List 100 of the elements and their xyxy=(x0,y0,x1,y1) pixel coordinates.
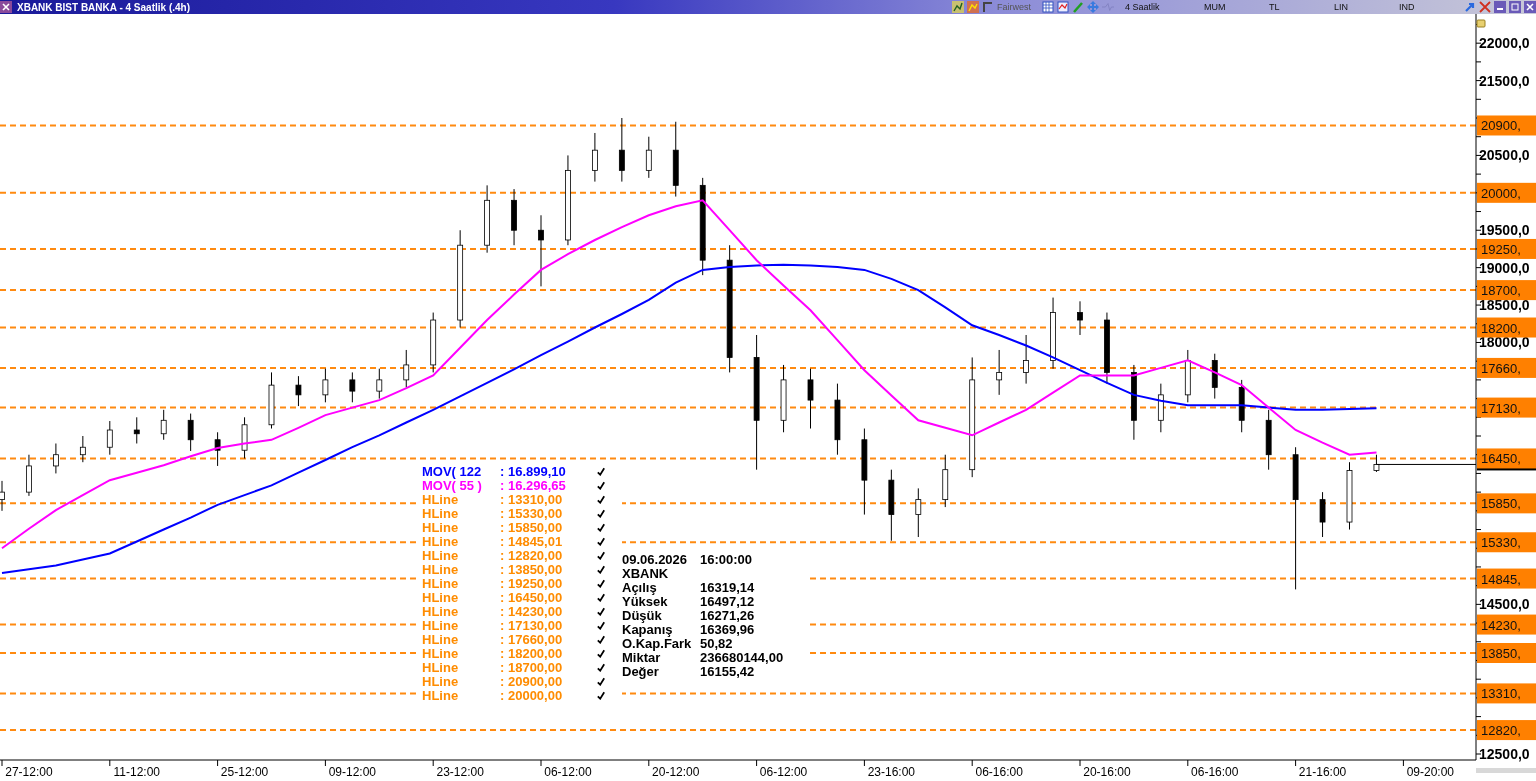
info-value: 16155,42 xyxy=(700,664,755,678)
toolbar-option[interactable]: IND xyxy=(1399,2,1461,12)
candlestick xyxy=(376,368,383,400)
candlestick xyxy=(322,368,329,403)
candlestick xyxy=(645,136,652,179)
level-tag: 15330, xyxy=(1477,532,1536,553)
time-label: 06-12:00 xyxy=(544,765,592,779)
candlestick xyxy=(807,368,814,430)
legend-value: : 15850,00 xyxy=(500,519,564,535)
price-label: 12500,0 xyxy=(1479,746,1530,762)
legend-name: HLine xyxy=(422,645,460,661)
legend-value: : 12820,00 xyxy=(500,547,564,563)
chart-icon[interactable] xyxy=(967,1,979,13)
candlestick xyxy=(295,375,302,407)
legend-name: HLine xyxy=(422,659,460,675)
info-value: 16369,96 xyxy=(700,622,755,636)
info-symbol: XBANK xyxy=(622,566,669,580)
time-label: 25-12:00 xyxy=(220,765,269,779)
level-tag: 17660, xyxy=(1477,357,1536,378)
ref-line-label: 19250, xyxy=(1481,241,1521,257)
ref-line-label: 20900, xyxy=(1481,118,1521,134)
brand-label: Fairwest xyxy=(997,2,1031,12)
legend-value: : 20000,00 xyxy=(500,687,564,703)
price-label: 19500,0 xyxy=(1479,222,1530,239)
candlestick xyxy=(79,435,86,463)
legend-value: : 18200,00 xyxy=(500,645,564,661)
legend-value: : 13850,00 xyxy=(500,561,564,577)
candlestick xyxy=(538,214,544,287)
info-label: Yüksek xyxy=(622,594,669,608)
level-tag: 19250, xyxy=(1477,238,1536,259)
info-value: 236680144,00 xyxy=(700,650,784,664)
info-value: 16319,14 xyxy=(700,580,755,594)
level-tag: 18200, xyxy=(1477,317,1536,338)
ref-line-label: 13310, xyxy=(1481,686,1521,702)
info-date: 09.06.2026 xyxy=(622,552,689,566)
level-tag: 20900, xyxy=(1477,115,1536,136)
legend-name: MOV( 122 xyxy=(422,463,483,479)
level-tag: 20000, xyxy=(1477,182,1536,203)
ref-line-label: 17660, xyxy=(1481,360,1521,376)
ref-line-label: 16450, xyxy=(1481,451,1521,467)
time-label: 09-12:00 xyxy=(328,765,377,779)
minimize-icon[interactable] xyxy=(1494,1,1506,13)
candlestick xyxy=(1023,334,1029,385)
time-label: 06-12:00 xyxy=(759,765,808,779)
arrow-icon[interactable] xyxy=(1464,1,1476,13)
candlestick xyxy=(133,416,140,444)
candlestick xyxy=(349,371,356,403)
grid-icon[interactable] xyxy=(1042,1,1054,13)
info-time: 16:00:00 xyxy=(700,552,753,566)
candlestick xyxy=(187,413,194,452)
candlestick xyxy=(1077,300,1083,336)
legend-value: : 14845,01 xyxy=(500,533,564,549)
corner-icon[interactable] xyxy=(982,1,994,13)
tools-icon[interactable] xyxy=(1479,1,1491,13)
legend-value: : 20900,00 xyxy=(500,673,564,689)
legend-value: : 16.899,10 xyxy=(500,463,567,479)
level-tag: 14230, xyxy=(1477,614,1536,635)
period-selector[interactable]: 4 Saatlik xyxy=(1125,2,1201,12)
ref-line-label: 13850, xyxy=(1481,646,1521,661)
level-tag: 12820, xyxy=(1477,720,1536,741)
candlestick xyxy=(160,409,167,441)
time-label: 23-12:00 xyxy=(436,765,484,779)
candlestick xyxy=(403,349,410,388)
close-icon[interactable] xyxy=(1524,1,1536,13)
legend-value: : 17660,00 xyxy=(500,631,564,647)
ref-line-label: 14230, xyxy=(1481,617,1521,633)
close-icon[interactable] xyxy=(0,1,12,13)
lock-icon[interactable] xyxy=(1476,19,1486,28)
candlestick xyxy=(618,117,625,183)
toolbar-option[interactable]: TL xyxy=(1269,2,1331,12)
legend-name: HLine xyxy=(422,617,460,633)
time-label: 11-12:00 xyxy=(113,765,160,779)
info-label: Düşük xyxy=(622,608,663,622)
time-label: 06-16:00 xyxy=(1191,765,1239,779)
time-label: 20-16:00 xyxy=(1083,765,1131,779)
price-label: 19000,0 xyxy=(1479,259,1530,276)
chart-icon[interactable] xyxy=(1057,1,1069,13)
info-value: 16271,26 xyxy=(700,608,755,622)
chart-icon[interactable] xyxy=(952,1,964,13)
toolbar-option[interactable]: MUM xyxy=(1204,2,1266,12)
legend-value: : 19250,00 xyxy=(500,575,564,591)
legend-name: HLine xyxy=(422,547,460,563)
time-label: 20-12:00 xyxy=(652,765,700,779)
ref-line-label: 12820, xyxy=(1481,723,1521,739)
price-label: 14500,0 xyxy=(1479,596,1530,613)
legend-value: : 14230,00 xyxy=(500,603,564,619)
ref-line-label: 15850, xyxy=(1481,496,1521,512)
window-title: XBANK BIST BANKA - 4 Saatlik (.4h) xyxy=(17,1,190,13)
price-label: 21500,0 xyxy=(1479,72,1530,89)
info-value: 16497,12 xyxy=(700,594,755,608)
candlestick xyxy=(996,349,1003,396)
legend-value: : 16450,00 xyxy=(500,589,564,605)
time-label: 23-16:00 xyxy=(867,765,916,779)
legend-name: HLine xyxy=(422,631,460,647)
legend-name: HLine xyxy=(422,561,460,577)
restore-icon[interactable] xyxy=(1509,1,1521,13)
candlestick xyxy=(1319,491,1326,538)
toolbar-option[interactable]: LIN xyxy=(1334,2,1396,12)
level-tag: 14845, xyxy=(1477,568,1536,589)
legend-name: HLine xyxy=(422,505,460,521)
